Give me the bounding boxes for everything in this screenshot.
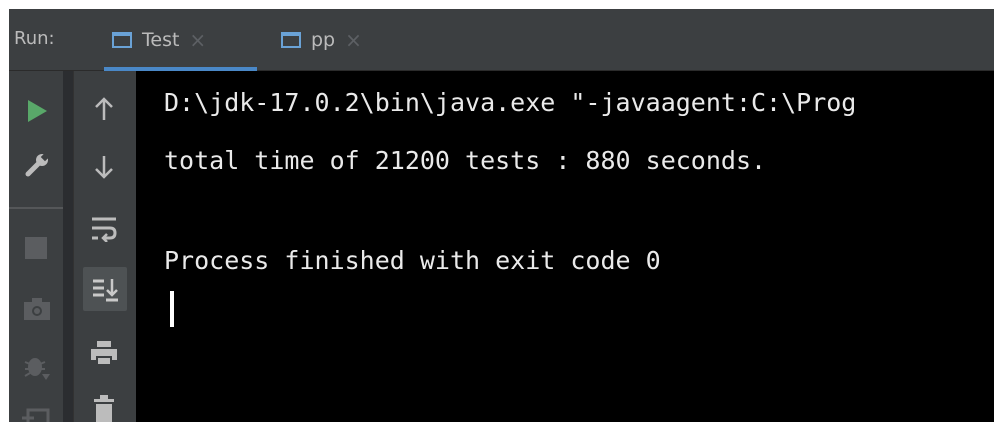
run-actions-toolbar <box>9 71 63 422</box>
run-tool-window: Run: Test × pp × D:\jdk-17.0.2\bin\java.… <box>9 9 994 422</box>
console-line-output: total time of 21200 tests : 880 seconds. <box>164 146 767 175</box>
run-icon[interactable] <box>19 93 55 129</box>
console-window-icon <box>112 32 132 48</box>
stop-icon[interactable] <box>21 233 51 263</box>
text-caret <box>170 291 174 327</box>
camera-icon[interactable] <box>19 291 55 327</box>
print-icon[interactable] <box>86 335 122 371</box>
console-actions-toolbar <box>73 71 136 422</box>
wrench-icon[interactable] <box>19 147 55 183</box>
tab-close-pp[interactable]: × <box>345 30 362 50</box>
down-arrow-icon[interactable] <box>86 149 122 185</box>
trash-icon[interactable] <box>88 393 120 422</box>
tab-title-test: Test <box>142 29 180 51</box>
toolbar-separator <box>9 207 63 209</box>
console-line-exit: Process finished with exit code 0 <box>164 246 661 275</box>
tab-close-test[interactable]: × <box>189 30 206 50</box>
tab-test[interactable]: Test × <box>104 9 257 71</box>
up-arrow-icon[interactable] <box>86 91 122 127</box>
run-tab-bar: Run: Test × pp × <box>9 9 994 71</box>
run-label: Run: <box>14 28 55 49</box>
soft-wrap-icon[interactable] <box>86 211 122 247</box>
scroll-to-end-icon[interactable] <box>83 267 127 311</box>
tab-pp[interactable]: pp × <box>281 9 401 71</box>
bug-icon[interactable] <box>19 349 55 385</box>
console-output[interactable]: D:\jdk-17.0.2\bin\java.exe "-javaagent:C… <box>136 71 994 422</box>
console-window-icon <box>281 32 301 48</box>
console-line-command: D:\jdk-17.0.2\bin\java.exe "-javaagent:C… <box>164 88 857 117</box>
tab-title-pp: pp <box>311 29 336 51</box>
restore-layout-icon[interactable] <box>19 401 55 422</box>
